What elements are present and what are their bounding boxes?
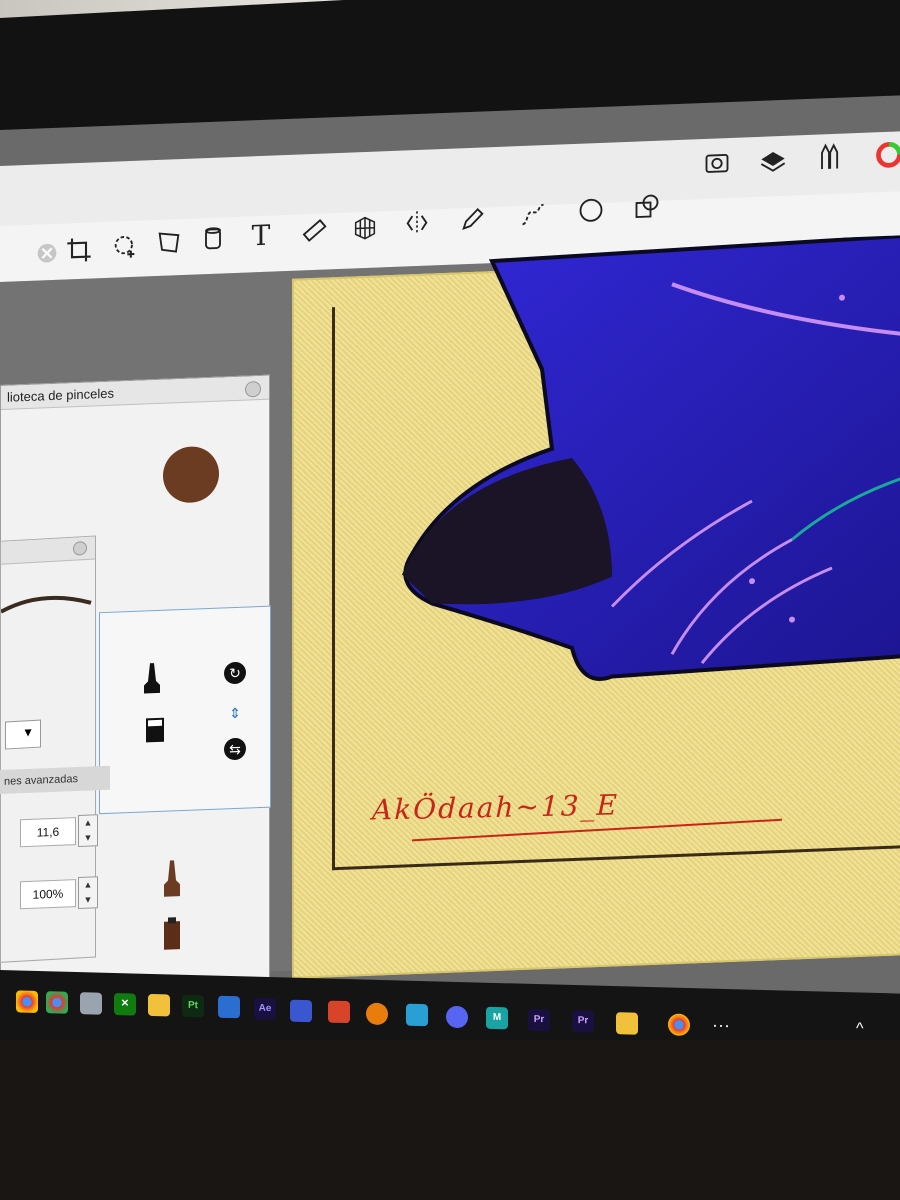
color-wheel-icon[interactable] (872, 137, 900, 172)
curve-icon[interactable] (516, 197, 550, 232)
selection-add-icon[interactable] (108, 229, 142, 264)
ellipse-icon[interactable] (574, 193, 608, 228)
chrome-icon-3[interactable] (668, 1013, 690, 1037)
after-effects-icon[interactable]: Ae (254, 997, 276, 1021)
artwork-border (332, 284, 900, 871)
ruler-icon[interactable] (298, 213, 332, 248)
crop-icon[interactable] (62, 232, 96, 267)
app-icon-6[interactable] (616, 1012, 638, 1035)
bucket-icon[interactable] (196, 221, 230, 256)
brush-tip-icon[interactable] (140, 661, 164, 696)
marker-icon[interactable] (144, 716, 166, 745)
brush-size-input[interactable]: 11,6 (20, 817, 76, 848)
close-icon[interactable] (30, 236, 64, 271)
opacity-input[interactable]: 100% (20, 879, 76, 910)
drawing-canvas[interactable]: AkÖdaah~13_E (292, 234, 900, 979)
app-icon-2[interactable] (290, 999, 312, 1023)
layers-icon[interactable] (756, 144, 790, 179)
app-icon-3[interactable] (328, 1000, 350, 1024)
opacity-stepper[interactable]: ▲ ▼ (78, 876, 98, 910)
flip-icon[interactable]: ⇕ (224, 702, 246, 725)
perspective-grid-icon[interactable] (348, 209, 382, 244)
rotate-icon[interactable]: ↻ (224, 661, 246, 685)
more-apps-button[interactable]: ··· (712, 1015, 730, 1036)
tray-chevron-icon[interactable]: ^ (856, 1020, 864, 1038)
ink-pen-icon[interactable] (160, 858, 184, 899)
premiere-icon-2[interactable]: Pr (572, 1009, 594, 1033)
chrome-icon[interactable] (16, 990, 38, 1013)
chevron-down-icon: ▼ (22, 724, 34, 740)
transform-icon[interactable] (152, 225, 186, 260)
discord-icon[interactable] (446, 1005, 468, 1029)
advanced-options-header[interactable]: nes avanzadas (0, 765, 110, 794)
stroke-preview (1, 595, 92, 614)
pencils-icon[interactable] (812, 139, 846, 174)
brush-color-swatch[interactable] (163, 445, 219, 504)
brush-preset-box: ↻ ⇕ ⇆ (99, 605, 271, 815)
size-stepper[interactable]: ▲ ▼ (78, 814, 98, 848)
artist-signature: AkÖdaah~13_E (371, 788, 620, 827)
folder-icon[interactable] (148, 993, 170, 1017)
text-icon[interactable]: T (244, 217, 278, 252)
blender-icon[interactable] (366, 1002, 388, 1026)
monitor-bezel-bottom (0, 1040, 900, 1200)
xbox-icon[interactable]: ✕ (114, 992, 136, 1016)
app-icon[interactable] (80, 992, 102, 1015)
premiere-rush-icon[interactable]: Pt (182, 994, 204, 1018)
chrome-icon-2[interactable] (46, 991, 68, 1014)
shapes-icon[interactable] (630, 188, 664, 223)
photos-icon[interactable] (218, 995, 240, 1019)
swap-icon[interactable]: ⇆ (224, 737, 246, 761)
brush-type-dropdown[interactable]: ▼ (5, 719, 41, 750)
pen-icon[interactable] (456, 201, 490, 236)
screen: T AkÖdaah~13_E lioteca de pinceles ↻ ⇕ ⇆… (0, 95, 900, 1031)
ink-bottle-icon[interactable] (160, 915, 184, 952)
app-icon-4[interactable] (406, 1003, 428, 1027)
timelapse-icon[interactable] (700, 146, 734, 181)
app-icon-5[interactable]: M (486, 1006, 508, 1030)
premiere-icon[interactable]: Pr (528, 1008, 550, 1032)
symmetry-icon[interactable] (400, 205, 434, 240)
